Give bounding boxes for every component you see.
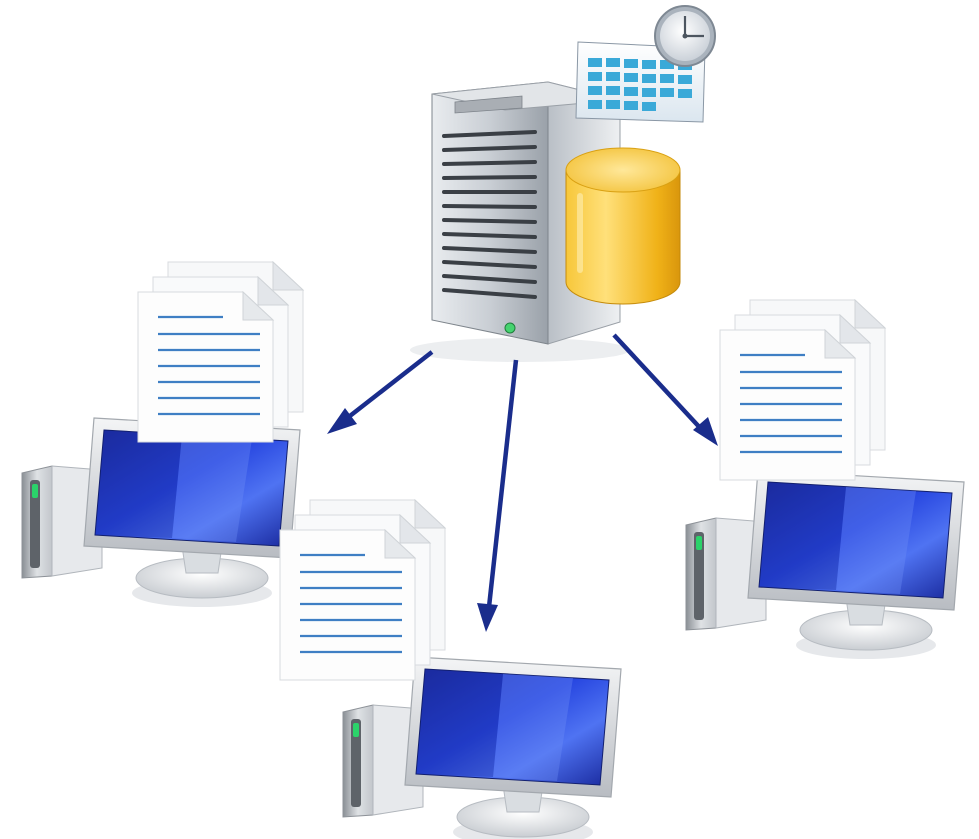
client-bottom (278, 498, 622, 839)
distribution-diagram (21, 5, 965, 839)
clock-icon (654, 5, 716, 67)
arrow-to-bottom-client (477, 359, 519, 632)
document-stack-icon (278, 498, 447, 682)
desktop-computer-icon (685, 469, 965, 660)
desktop-computer-icon (342, 656, 622, 839)
document-stack-icon (136, 260, 305, 444)
desktop-computer-icon (21, 417, 301, 608)
arrow-to-left-client (327, 350, 434, 434)
client-left (21, 260, 305, 608)
database-icon (565, 147, 681, 305)
server-group (410, 5, 716, 362)
document-stack-icon (718, 298, 887, 482)
client-right (685, 298, 965, 660)
arrow-to-right-client (612, 333, 718, 446)
